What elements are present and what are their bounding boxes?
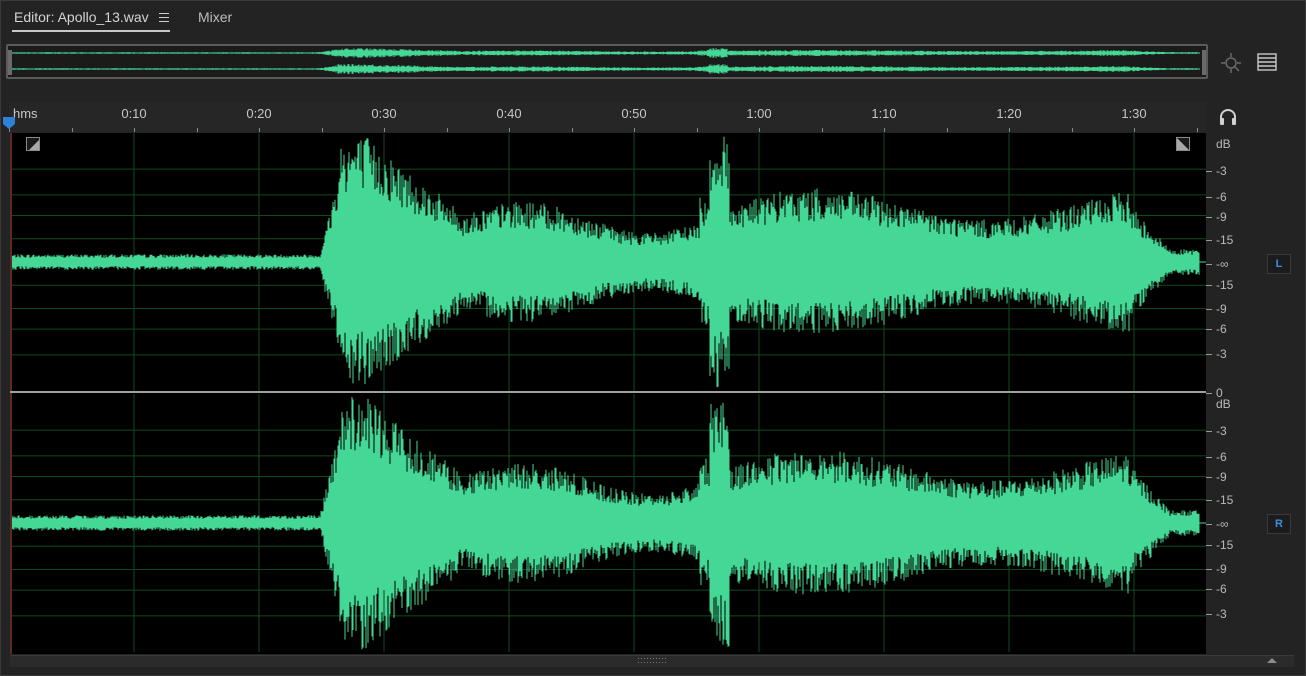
- tab-editor[interactable]: Editor: Apollo_13.wav: [14, 9, 149, 25]
- zoom-selection-icon[interactable]: [1220, 52, 1242, 74]
- ruler-time-label: 0:40: [496, 106, 522, 121]
- ruler-tick: [1071, 128, 1073, 132]
- db-scale-tick: [1206, 264, 1212, 265]
- db-scale-label: -15: [1216, 278, 1234, 292]
- ruler-tick: [321, 128, 323, 132]
- db-scale-tick: [1206, 614, 1212, 615]
- ruler-tick: [259, 128, 260, 132]
- db-scale-label: -3: [1216, 424, 1227, 438]
- ruler-tick: [884, 128, 885, 132]
- ruler-tick: [1196, 128, 1198, 132]
- db-scale-tick: [1206, 545, 1212, 546]
- left-boundary: [10, 133, 12, 654]
- ruler-tick: [509, 128, 510, 132]
- db-scale-label: -9: [1216, 210, 1227, 224]
- db-scale-label: -6: [1216, 190, 1227, 204]
- ruler-tick: [196, 128, 198, 132]
- db-scale-tick: [1206, 240, 1212, 241]
- ruler-time-label: 0:50: [621, 106, 647, 121]
- headphones-icon[interactable]: [1218, 108, 1238, 126]
- db-scale-label: -6: [1216, 582, 1227, 596]
- db-scale-label: -∞: [1216, 257, 1229, 271]
- overview-waveform: [11, 48, 1200, 74]
- ruler-tick: [821, 128, 823, 132]
- ruler-tick: [71, 128, 73, 132]
- ruler-tick: [134, 128, 135, 132]
- db-scale-label: -6: [1216, 322, 1227, 336]
- ruler-time-label: 1:30: [1121, 106, 1147, 121]
- db-scale-tick: [1206, 354, 1212, 355]
- ruler-time-label: 1:20: [996, 106, 1022, 121]
- ruler-time-label: 1:00: [746, 106, 772, 121]
- ruler-tick: [384, 128, 385, 132]
- scroll-grip-icon[interactable]: [638, 658, 670, 664]
- panel-menu-icon[interactable]: [159, 13, 169, 22]
- overview-left-handle[interactable]: [8, 50, 12, 75]
- db-scale-label: 0: [1216, 386, 1223, 400]
- waveform-overview-navigator[interactable]: [6, 44, 1208, 79]
- active-tab-indicator: [12, 30, 170, 32]
- ruler-time-label: 0:10: [121, 106, 147, 121]
- list-view-icon[interactable]: [1257, 53, 1277, 71]
- waveform-display[interactable]: [10, 133, 1206, 654]
- channel-left-toggle[interactable]: L: [1267, 254, 1291, 274]
- fade-in-handle-icon[interactable]: [26, 137, 40, 151]
- db-unit-label-left: dB: [1216, 137, 1231, 151]
- db-scale-tick: [1206, 477, 1212, 478]
- time-ruler[interactable]: hms 0:10 0:20 0:30 0:40 0:50 1:00 1:10 1:20 1:30: [9, 102, 1206, 132]
- ruler-tick: [1009, 128, 1010, 132]
- db-scale-label: -15: [1216, 493, 1234, 507]
- time-unit-label: hms: [13, 106, 38, 121]
- horizontal-scrollbar[interactable]: [10, 655, 1294, 667]
- playhead-icon[interactable]: [2, 116, 16, 130]
- overview-right-handle[interactable]: [1202, 50, 1206, 75]
- db-scale-label: -9: [1216, 562, 1227, 576]
- ruler-tick: [634, 128, 635, 132]
- channel-divider[interactable]: [10, 391, 1206, 393]
- ruler-time-label: 1:10: [871, 106, 897, 121]
- db-scale-label: -∞: [1216, 517, 1229, 531]
- db-scale-tick: [1206, 569, 1212, 570]
- db-scale-tick: [1206, 197, 1212, 198]
- channel-right-toggle[interactable]: R: [1267, 514, 1291, 534]
- ruler-tick: [571, 128, 573, 132]
- db-scale-tick: [1206, 329, 1212, 330]
- db-scale-tick: [1206, 589, 1212, 590]
- ruler-tick: [696, 128, 698, 132]
- fade-out-handle-icon[interactable]: [1176, 137, 1190, 151]
- db-scale-tick: [1206, 285, 1212, 286]
- tab-mixer[interactable]: Mixer: [198, 9, 232, 25]
- ruler-time-label: 0:20: [246, 106, 272, 121]
- db-scale-label: -9: [1216, 470, 1227, 484]
- db-scale-label: -9: [1216, 302, 1227, 316]
- db-scale-label: -3: [1216, 607, 1227, 621]
- panel-tab-bar: Editor: Apollo_13.wav Mixer: [0, 0, 1306, 38]
- db-amplitude-scale[interactable]: dB dB -3 -6 -9 -15 -∞ -15 -9 -6 -3 0 -3 -6 -9 -15 -∞ -1…: [1206, 133, 1304, 654]
- db-scale-label: -3: [1216, 347, 1227, 361]
- db-scale-label: -15: [1216, 233, 1234, 247]
- ruler-tick: [1134, 128, 1135, 132]
- db-scale-tick: [1206, 393, 1212, 394]
- db-scale-tick: [1206, 431, 1212, 432]
- ruler-tick: [759, 128, 760, 132]
- ruler-tick: [446, 128, 448, 132]
- ruler-tick: [946, 128, 948, 132]
- db-scale-label: -3: [1216, 164, 1227, 178]
- db-scale-tick: [1206, 171, 1212, 172]
- db-scale-tick: [1206, 500, 1212, 501]
- db-scale-label: -15: [1216, 538, 1234, 552]
- db-scale-tick: [1206, 524, 1212, 525]
- scroll-up-arrow-icon[interactable]: [1266, 656, 1278, 664]
- db-scale-tick: [1206, 457, 1212, 458]
- db-scale-tick: [1206, 309, 1212, 310]
- db-scale-label: -6: [1216, 450, 1227, 464]
- db-scale-tick: [1206, 217, 1212, 218]
- waveform-canvas: [10, 133, 1206, 652]
- ruler-time-label: 0:30: [371, 106, 397, 121]
